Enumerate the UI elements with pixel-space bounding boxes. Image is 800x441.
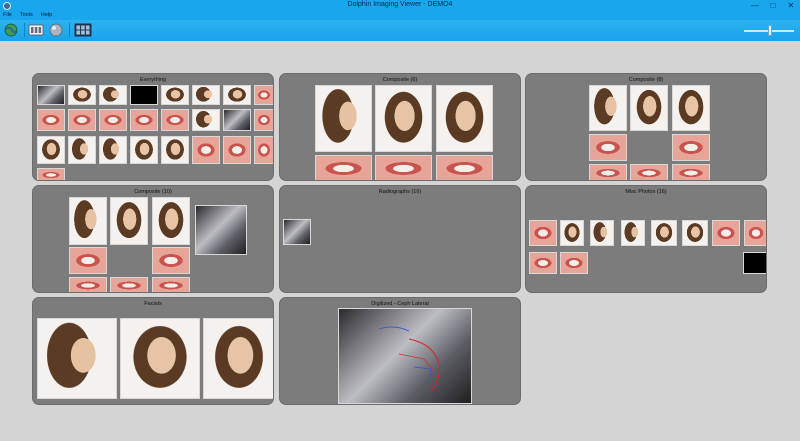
toolbar-separator bbox=[24, 23, 25, 37]
thumbnail[interactable] bbox=[37, 318, 117, 399]
thumbnail[interactable] bbox=[436, 155, 493, 180]
thumbnail[interactable] bbox=[68, 109, 96, 131]
minimize-button[interactable]: — bbox=[746, 0, 764, 12]
thumbnail[interactable] bbox=[130, 109, 158, 131]
thumbnail[interactable] bbox=[192, 85, 220, 105]
thumbnail[interactable] bbox=[254, 85, 273, 105]
thumbnail[interactable] bbox=[375, 85, 432, 152]
thumbnail[interactable] bbox=[682, 220, 708, 246]
globe-icon[interactable] bbox=[3, 23, 19, 37]
thumbnail[interactable] bbox=[630, 164, 668, 180]
window-title: Dolphin Imaging Viewer - DEMO4 bbox=[347, 1, 453, 8]
film-strip-icon[interactable] bbox=[28, 23, 44, 37]
thumbnail[interactable] bbox=[621, 220, 645, 246]
thumbnail[interactable] bbox=[130, 85, 158, 105]
thumbnail[interactable] bbox=[672, 85, 710, 131]
ceph-lateral-image[interactable] bbox=[338, 308, 472, 404]
thumbnail[interactable] bbox=[223, 85, 251, 105]
thumbnail[interactable] bbox=[436, 85, 493, 152]
panel-radiographs[interactable]: Radiographs (16) bbox=[279, 185, 521, 293]
thumbnail[interactable] bbox=[69, 277, 107, 292]
thumbnail[interactable] bbox=[37, 136, 65, 164]
thumbnail[interactable] bbox=[589, 164, 627, 180]
thumbnail[interactable] bbox=[192, 136, 220, 164]
zoom-slider-thumb[interactable] bbox=[768, 25, 772, 36]
thumbnail[interactable] bbox=[195, 205, 247, 255]
panel-title: Facials bbox=[144, 301, 162, 307]
thumbnail[interactable] bbox=[254, 109, 273, 131]
thumbnail[interactable] bbox=[589, 85, 627, 131]
panel-title: Misc Photos (16) bbox=[625, 189, 667, 195]
panel-facials[interactable]: Facials bbox=[32, 297, 274, 405]
thumbnail[interactable] bbox=[152, 247, 190, 274]
panel-everything[interactable]: Everything bbox=[32, 73, 274, 181]
panel-title: Digitized - Ceph Lateral bbox=[371, 301, 429, 307]
thumbnail[interactable] bbox=[743, 252, 766, 274]
thumbnail[interactable] bbox=[529, 220, 557, 246]
thumbnail[interactable] bbox=[203, 318, 273, 399]
thumbnail[interactable] bbox=[315, 155, 372, 180]
toolbar bbox=[0, 20, 800, 41]
thumbnail[interactable] bbox=[651, 220, 677, 246]
thumbnail[interactable] bbox=[37, 85, 65, 105]
thumbnail[interactable] bbox=[672, 164, 710, 180]
panel-title: Composite (6) bbox=[382, 77, 418, 83]
panel-title: Composite (10) bbox=[134, 189, 172, 195]
thumbnail[interactable] bbox=[560, 220, 584, 246]
thumbnail[interactable] bbox=[744, 220, 766, 246]
close-button[interactable]: ✕ bbox=[782, 0, 800, 12]
thumbnail[interactable] bbox=[161, 109, 189, 131]
thumbnail[interactable] bbox=[37, 168, 65, 180]
thumbnail[interactable] bbox=[672, 134, 710, 161]
thumbnail[interactable] bbox=[99, 109, 127, 131]
thumbnail[interactable] bbox=[110, 277, 148, 292]
thumbnail[interactable] bbox=[120, 318, 200, 399]
thumbnail[interactable] bbox=[529, 252, 557, 274]
thumbnail[interactable] bbox=[99, 136, 127, 164]
maximize-button[interactable]: □ bbox=[764, 0, 782, 12]
menu-tools[interactable]: Tools bbox=[20, 12, 33, 20]
menu-bar: File Tools Help bbox=[0, 12, 800, 20]
thumbnail[interactable] bbox=[560, 252, 588, 274]
thumbnail[interactable] bbox=[161, 85, 189, 105]
menu-file[interactable]: File bbox=[3, 12, 12, 20]
thumbnail[interactable] bbox=[99, 85, 127, 105]
thumbnail[interactable] bbox=[223, 136, 251, 164]
thumbnail[interactable] bbox=[68, 85, 96, 105]
thumbnail[interactable] bbox=[69, 197, 107, 245]
thumbnail[interactable] bbox=[69, 247, 107, 274]
thumbnail[interactable] bbox=[37, 109, 65, 131]
thumbnail[interactable] bbox=[152, 277, 190, 292]
thumbnail[interactable] bbox=[630, 85, 668, 131]
thumbnail[interactable] bbox=[590, 220, 614, 246]
thumbnail[interactable] bbox=[110, 197, 148, 245]
thumbnail[interactable] bbox=[161, 136, 189, 164]
panel-title: Composite (8) bbox=[628, 77, 664, 83]
toolbar-separator bbox=[69, 23, 70, 37]
title-bar: Dolphin Imaging Viewer - DEMO4 — □ ✕ bbox=[0, 0, 800, 12]
thumbnail[interactable] bbox=[375, 155, 432, 180]
thumbnail[interactable] bbox=[712, 220, 740, 246]
panel-composite-8[interactable]: Composite (8) bbox=[525, 73, 767, 181]
window-controls: — □ ✕ bbox=[746, 0, 800, 12]
sphere-icon[interactable] bbox=[48, 23, 64, 37]
thumbnail[interactable] bbox=[192, 109, 220, 131]
panel-title: Radiographs (16) bbox=[378, 189, 422, 195]
thumbnail[interactable] bbox=[589, 134, 627, 161]
ceph-tracing-overlay bbox=[378, 326, 440, 392]
thumbnail[interactable] bbox=[254, 136, 273, 164]
panel-composite-10[interactable]: Composite (10) bbox=[32, 185, 274, 293]
menu-help[interactable]: Help bbox=[41, 12, 52, 20]
thumbnail[interactable] bbox=[315, 85, 372, 152]
panel-composite-6[interactable]: Composite (6) bbox=[279, 73, 521, 181]
layout-grid-icon[interactable] bbox=[74, 23, 92, 37]
panel-title: Everything bbox=[140, 77, 166, 83]
panel-misc-photos[interactable]: Misc Photos (16) bbox=[525, 185, 767, 293]
thumbnail[interactable] bbox=[68, 136, 96, 164]
thumbnail[interactable] bbox=[152, 197, 190, 245]
thumbnail[interactable] bbox=[130, 136, 158, 164]
thumbnail[interactable] bbox=[223, 109, 251, 131]
panel-digitized-ceph-lateral[interactable]: Digitized - Ceph Lateral bbox=[279, 297, 521, 405]
thumbnail[interactable] bbox=[283, 219, 311, 245]
